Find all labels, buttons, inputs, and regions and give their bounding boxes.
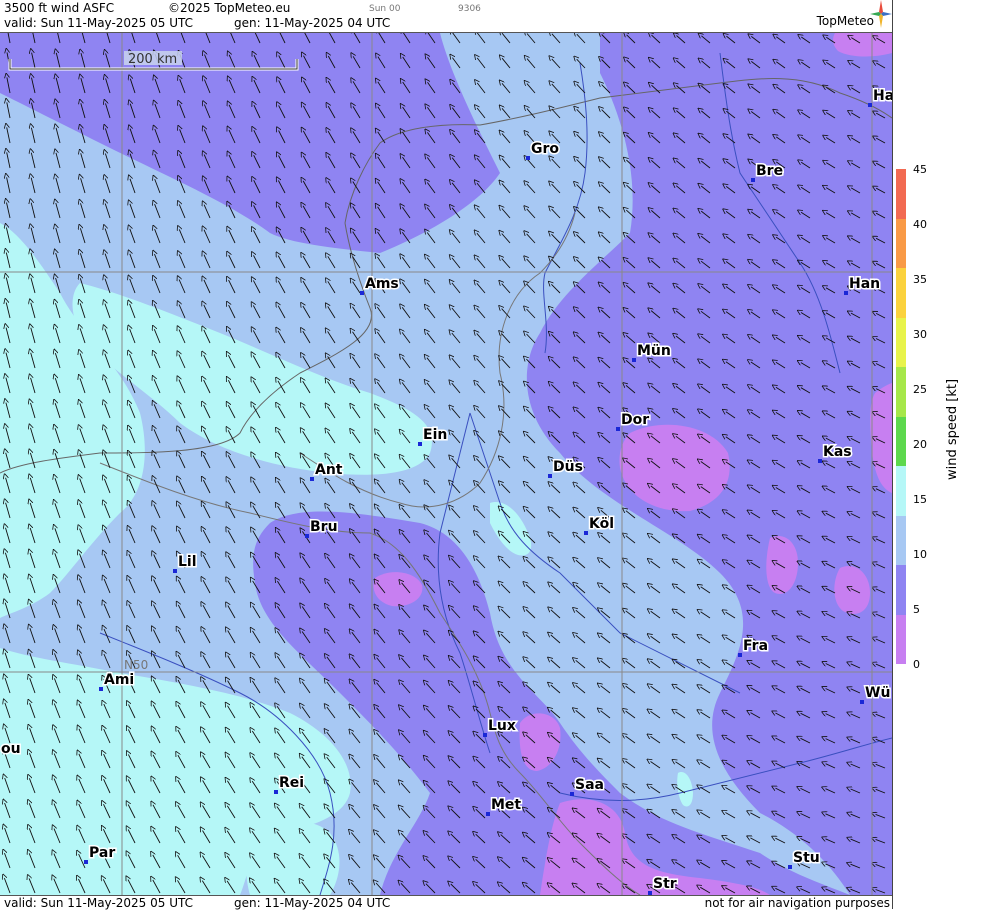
legend-title: wind speed [kt] bbox=[945, 378, 960, 480]
city-marker bbox=[570, 792, 574, 796]
city-label: Ant bbox=[315, 462, 343, 478]
legend-tick-label: 45 bbox=[913, 163, 927, 176]
city-label: Fra bbox=[743, 638, 768, 654]
compass-logo-icon bbox=[870, 0, 892, 28]
city-label: Met bbox=[491, 797, 521, 813]
city-label: Mün bbox=[637, 343, 671, 359]
city-marker bbox=[173, 569, 177, 573]
city-marker bbox=[616, 427, 620, 431]
footer-valid-time: valid: Sun 11-May-2025 05 UTC bbox=[4, 896, 193, 910]
city-marker bbox=[84, 860, 88, 864]
legend-tick-label: 30 bbox=[913, 328, 927, 341]
legend-tick-label: 0 bbox=[913, 658, 920, 671]
legend-swatch bbox=[896, 169, 906, 219]
city-label: Wü bbox=[865, 685, 890, 701]
city-label: Bre bbox=[756, 163, 783, 179]
map-header: 3500 ft wind ASFC ©2025 TopMeteo.eu Sun … bbox=[0, 0, 892, 33]
navigation-disclaimer: not for air navigation purposes bbox=[704, 896, 890, 910]
map-title: 3500 ft wind ASFC bbox=[4, 1, 115, 15]
legend-swatch bbox=[896, 317, 906, 367]
city-marker bbox=[99, 687, 103, 691]
legend-tick-label: 15 bbox=[913, 493, 927, 506]
legend-swatch bbox=[896, 416, 906, 466]
city-label: Köl bbox=[589, 516, 614, 532]
city-label: Düs bbox=[553, 459, 583, 475]
city-label: Saa bbox=[575, 777, 604, 793]
city-label: Ha bbox=[873, 88, 892, 104]
city-marker bbox=[360, 291, 364, 295]
city-marker bbox=[274, 790, 278, 794]
legend-tick-label: 25 bbox=[913, 383, 927, 396]
legend-swatch bbox=[896, 466, 906, 516]
legend-swatch bbox=[896, 614, 906, 664]
city-label: Han bbox=[849, 276, 880, 292]
city-label: Rei bbox=[279, 775, 304, 791]
city-label: Ams bbox=[365, 276, 399, 292]
city-label: Par bbox=[89, 845, 115, 861]
city-marker bbox=[632, 358, 636, 362]
wind-speed-legend: 45 40 35 30 25 20 15 10 5 0 wind speed [kt] bbox=[892, 0, 983, 909]
city-marker bbox=[751, 178, 755, 182]
legend-tick-label: 5 bbox=[913, 603, 920, 616]
valid-time: valid: Sun 11-May-2025 05 UTC bbox=[4, 16, 193, 30]
scale-bar-label: 200 km bbox=[128, 52, 177, 67]
legend-tick-label: 10 bbox=[913, 548, 927, 561]
city-marker bbox=[818, 459, 822, 463]
footer-generation-time: gen: 11-May-2025 04 UTC bbox=[234, 896, 391, 910]
city-marker bbox=[738, 653, 742, 657]
legend-tick-label: 40 bbox=[913, 218, 927, 231]
city-label: Stu bbox=[793, 850, 820, 866]
city-marker bbox=[418, 442, 422, 446]
city-marker bbox=[483, 733, 487, 737]
city-marker bbox=[788, 865, 792, 869]
legend-tick-label: 20 bbox=[913, 438, 927, 451]
city-label: ou bbox=[1, 741, 21, 757]
legend-tick-label: 35 bbox=[913, 273, 927, 286]
city-marker bbox=[305, 534, 309, 538]
generation-time: gen: 11-May-2025 04 UTC bbox=[234, 16, 391, 30]
legend-swatch bbox=[896, 565, 906, 615]
city-marker bbox=[486, 812, 490, 816]
city-marker bbox=[860, 700, 864, 704]
city-marker bbox=[584, 531, 588, 535]
city-label: Ein bbox=[423, 427, 447, 443]
city-label: Lux bbox=[488, 718, 516, 734]
legend-swatch bbox=[896, 367, 906, 417]
grid-label-n50: N50 bbox=[124, 658, 148, 672]
city-label: Kas bbox=[823, 444, 852, 460]
city-marker bbox=[310, 477, 314, 481]
topmeteo-logo-text: TopMeteo bbox=[816, 14, 874, 28]
city-marker bbox=[548, 474, 552, 478]
map-footer: valid: Sun 11-May-2025 05 UTC gen: 11-Ma… bbox=[0, 895, 892, 910]
city-label: Dor bbox=[621, 412, 649, 428]
header-small-code: 9306 bbox=[458, 4, 481, 14]
city-label: Ami bbox=[104, 672, 134, 688]
city-marker bbox=[844, 291, 848, 295]
legend-swatch bbox=[896, 515, 906, 565]
wind-map[interactable]: N50 200 km Gro Bre Ha Ams Han Mün Dor Ein Kas Ant… bbox=[0, 33, 892, 895]
city-marker bbox=[526, 156, 530, 160]
legend-swatch bbox=[896, 218, 906, 268]
copyright-text: ©2025 TopMeteo.eu bbox=[168, 1, 291, 15]
legend-swatch bbox=[896, 268, 906, 318]
city-label: Gro bbox=[531, 141, 559, 157]
city-marker bbox=[868, 103, 872, 107]
city-label: Lil bbox=[178, 554, 197, 570]
header-small-text: Sun 00 bbox=[369, 4, 401, 14]
legend-color-bar bbox=[896, 169, 906, 664]
city-label: Bru bbox=[310, 519, 338, 535]
city-label: Str bbox=[653, 876, 677, 892]
